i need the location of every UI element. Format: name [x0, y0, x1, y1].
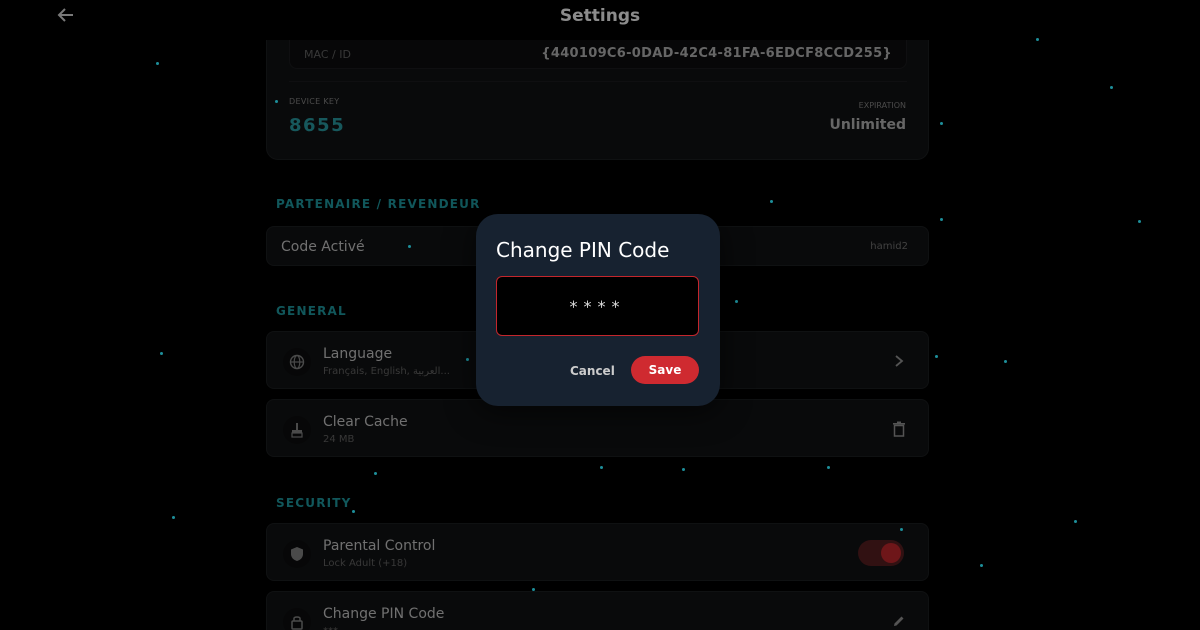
- particle: [275, 100, 278, 103]
- dialog-title: Change PIN Code: [496, 238, 670, 262]
- particle: [1138, 220, 1141, 223]
- particle: [172, 516, 175, 519]
- particle: [1074, 520, 1077, 523]
- pin-input[interactable]: [496, 276, 699, 336]
- particle: [980, 564, 983, 567]
- particle: [900, 528, 903, 531]
- particle: [940, 218, 943, 221]
- particle: [940, 122, 943, 125]
- particle: [600, 466, 603, 469]
- particle: [352, 510, 355, 513]
- save-button[interactable]: Save: [631, 356, 699, 384]
- particle: [682, 468, 685, 471]
- particle: [374, 472, 377, 475]
- cancel-button[interactable]: Cancel: [570, 364, 615, 378]
- particle: [1110, 86, 1113, 89]
- particle: [156, 62, 159, 65]
- particle: [770, 200, 773, 203]
- particle: [1036, 38, 1039, 41]
- particle: [466, 358, 469, 361]
- particle: [532, 588, 535, 591]
- particle: [935, 355, 938, 358]
- particle: [735, 300, 738, 303]
- particle: [160, 352, 163, 355]
- particle: [408, 245, 411, 248]
- change-pin-dialog: Change PIN Code Cancel Save: [476, 214, 720, 406]
- particle: [827, 466, 830, 469]
- particle: [1004, 360, 1007, 363]
